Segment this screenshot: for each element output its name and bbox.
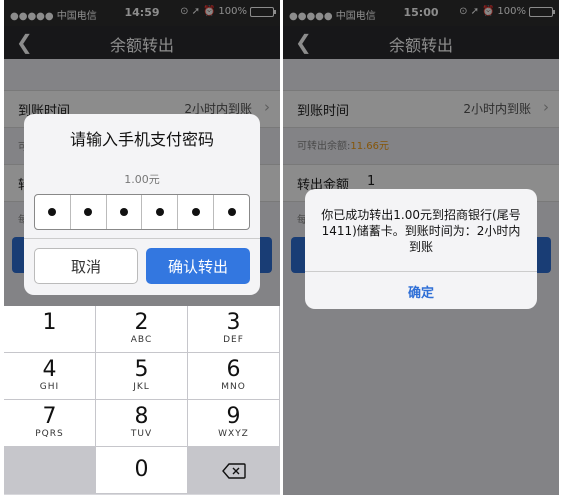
key-letters: WXYZ xyxy=(218,429,249,439)
key-digit: 9 xyxy=(226,404,241,429)
key-7[interactable]: 7 PQRS xyxy=(4,400,96,447)
success-alert: 你已成功转出1.00元到招商银行(尾号1411)储蓄卡。到账时间为：2小时内到账… xyxy=(305,189,537,309)
alert-message: 你已成功转出1.00元到招商银行(尾号1411)储蓄卡。到账时间为：2小时内到账 xyxy=(321,208,521,254)
key-digit: 1 xyxy=(42,310,57,335)
cancel-button[interactable]: 取消 xyxy=(34,248,138,284)
left-screen: ●●●●● 中国电信 14:59 ⊙ ➚ ⏰ 100% ❮ 余额转出 到账时间 … xyxy=(4,0,280,495)
key-5[interactable]: 5 JKL xyxy=(96,353,188,400)
key-letters: GHI xyxy=(39,382,60,392)
key-letters: TUV xyxy=(130,429,153,439)
key-letters: DEF xyxy=(223,335,244,345)
key-digit: 0 xyxy=(134,457,149,482)
key-digit: 2 xyxy=(134,310,149,335)
divider xyxy=(305,271,537,272)
pin-cell xyxy=(214,195,249,229)
delete-key[interactable] xyxy=(188,447,280,494)
key-letters: MNO xyxy=(221,382,246,392)
key-letters: ABC xyxy=(130,335,153,345)
key-letters: PQRS xyxy=(35,429,64,439)
key-8[interactable]: 8 TUV xyxy=(96,400,188,447)
pin-cell xyxy=(142,195,179,229)
pin-cell xyxy=(107,195,143,229)
divider xyxy=(24,238,260,239)
key-1[interactable]: 1 xyxy=(4,306,96,353)
key-digit: 6 xyxy=(226,357,241,382)
key-digit: 5 xyxy=(134,357,149,382)
key-letters: JKL xyxy=(133,382,150,392)
pin-cell xyxy=(178,195,215,229)
pin-dot xyxy=(120,208,129,216)
password-input[interactable] xyxy=(34,194,250,230)
key-digit: 7 xyxy=(42,404,57,429)
password-dialog: 请输入手机支付密码 1.00元 取消 确认转出 xyxy=(24,114,260,295)
key-2[interactable]: 2 ABC xyxy=(96,306,188,353)
key-digit: 8 xyxy=(134,404,149,429)
blank-key xyxy=(4,447,96,494)
confirm-transfer-button[interactable]: 确认转出 xyxy=(146,248,250,284)
pin-cell xyxy=(71,195,107,229)
key-digit: 3 xyxy=(226,310,241,335)
pin-dot xyxy=(191,208,200,216)
key-0[interactable]: 0 xyxy=(96,447,188,494)
dialog-title: 请输入手机支付密码 xyxy=(69,130,214,149)
pin-dot xyxy=(48,208,57,216)
key-4[interactable]: 4 GHI xyxy=(4,353,96,400)
key-3[interactable]: 3 DEF xyxy=(188,306,280,353)
pin-cell xyxy=(35,195,71,229)
pin-dot xyxy=(155,208,164,216)
ok-button[interactable]: 确定 xyxy=(305,282,537,301)
right-screen: ●●●●● 中国电信 15:00 ⊙ ➚ ⏰ 100% ❮ 余额转出 到账时间 … xyxy=(283,0,559,495)
key-9[interactable]: 9 WXYZ xyxy=(188,400,280,447)
transfer-amount: 1.00元 xyxy=(124,173,160,186)
pin-dot xyxy=(84,208,93,216)
pin-dot xyxy=(227,208,236,216)
key-6[interactable]: 6 MNO xyxy=(188,353,280,400)
key-digit: 4 xyxy=(42,357,57,382)
numeric-keypad: 1 2 ABC 3 DEF 4 GHI 5 JKL 6 MNO 7 PQRS 8 TUV 9 WXYZ 0 xyxy=(4,306,280,495)
backspace-icon xyxy=(222,463,246,479)
